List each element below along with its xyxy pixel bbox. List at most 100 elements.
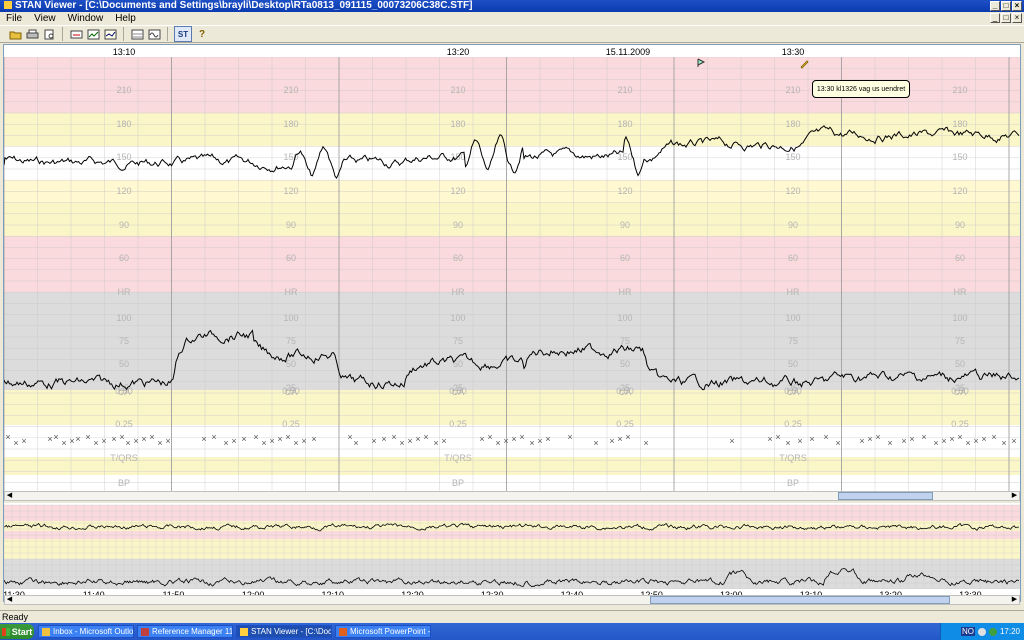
tqrs-marker: ×: [133, 436, 138, 446]
help-icon[interactable]: ?: [195, 27, 209, 41]
task-label: Inbox - Microsoft Outlook: [53, 627, 134, 636]
tqrs-marker: ×: [785, 438, 790, 448]
hr-axis-label: 150: [952, 152, 967, 162]
task-reference-manager[interactable]: Reference Manager 11 - ...: [137, 625, 233, 638]
child-close-button[interactable]: ×: [1012, 13, 1022, 23]
tqrs-marker: ×: [529, 438, 534, 448]
menu-file[interactable]: File: [0, 13, 28, 24]
toolbar-separator: [167, 27, 168, 41]
ua-axis-label: 50: [620, 359, 630, 369]
close-button[interactable]: ×: [1012, 1, 1022, 11]
tqrs-marker: ×: [957, 432, 962, 442]
security-icon[interactable]: [988, 627, 997, 636]
hr-axis-label: 180: [617, 119, 632, 129]
chart-band: [4, 457, 1020, 475]
tqrs-marker: ×: [609, 436, 614, 446]
menu-bar: File View Window Help _ □ ×: [0, 12, 1024, 25]
trend-icon[interactable]: [86, 27, 100, 41]
hr-axis-label: 60: [620, 253, 630, 263]
tqrs-marker: ×: [223, 438, 228, 448]
task-stan-viewer[interactable]: STAN Viewer - [C:\Doc...: [236, 625, 332, 638]
tqrs-marker: ×: [519, 432, 524, 442]
tqrs-marker: ×: [157, 438, 162, 448]
hr-axis-label: 150: [785, 152, 800, 162]
language-indicator[interactable]: NO: [960, 627, 975, 636]
bp-row-label: BP: [452, 478, 464, 488]
ua-axis-label: 50: [955, 359, 965, 369]
system-tray: NO 17:20: [940, 623, 1024, 640]
tqrs-marker: ×: [5, 432, 10, 442]
task-label: Microsoft PowerPoint - [...: [350, 627, 431, 636]
print-icon[interactable]: [25, 27, 39, 41]
scroll-right-arrow[interactable]: ▶: [1010, 492, 1019, 500]
overview-horizontal-scrollbar[interactable]: ◀ ▶: [4, 595, 1020, 605]
st-button[interactable]: ST: [174, 26, 192, 42]
bp-row-label: BP: [118, 478, 130, 488]
tqrs-marker: ×: [859, 436, 864, 446]
hr-axis-label: 120: [116, 186, 131, 196]
scroll-left-arrow[interactable]: ◀: [5, 596, 14, 604]
ua-sub-label: 0.25: [784, 419, 802, 429]
menu-help[interactable]: Help: [109, 13, 142, 24]
scroll-left-arrow[interactable]: ◀: [5, 492, 14, 500]
overview-ua-band: [4, 559, 1020, 589]
ua-axis-label: 50: [788, 359, 798, 369]
scroll-right-arrow[interactable]: ▶: [1010, 596, 1019, 604]
hr-axis-label: 90: [286, 220, 296, 230]
start-button[interactable]: Start: [0, 624, 34, 639]
child-restore-button[interactable]: □: [1001, 13, 1011, 23]
ua-sub-label: 0.50: [616, 386, 634, 396]
tqrs-marker: ×: [253, 432, 258, 442]
hr-axis-label: 210: [785, 85, 800, 95]
ua-sub-label: 0.50: [951, 386, 969, 396]
tqrs-marker: ×: [241, 434, 246, 444]
task-outlook[interactable]: Inbox - Microsoft Outlook: [38, 625, 134, 638]
tqrs-marker: ×: [149, 432, 154, 442]
tqrs-row-label: T/QRS: [110, 453, 138, 463]
bp-row-label: BP: [787, 478, 799, 488]
windows-logo-icon: [1, 627, 10, 636]
hr-axis-label: 150: [283, 152, 298, 162]
chart-band: [4, 236, 1020, 292]
main-horizontal-scrollbar[interactable]: ◀ ▶: [4, 491, 1020, 501]
network-icon[interactable]: [977, 627, 986, 636]
wave-icon[interactable]: [147, 27, 161, 41]
ua-axis-label: 50: [119, 359, 129, 369]
task-powerpoint[interactable]: Microsoft PowerPoint - [...: [335, 625, 431, 638]
time-label: 13:30: [782, 47, 805, 57]
hr-axis-label: 180: [450, 119, 465, 129]
tqrs-marker: ×: [21, 436, 26, 446]
tqrs-marker: ×: [593, 438, 598, 448]
tqrs-row-label: T/QRS: [444, 453, 472, 463]
tqrs-marker: ×: [867, 434, 872, 444]
tqrs-marker: ×: [231, 436, 236, 446]
tqrs-marker: ×: [61, 438, 66, 448]
scroll-thumb[interactable]: [838, 492, 933, 500]
menu-window[interactable]: Window: [62, 13, 110, 24]
hr-axis-label: 90: [620, 220, 630, 230]
ua-axis-label: 50: [286, 359, 296, 369]
maximize-button[interactable]: □: [1001, 1, 1011, 11]
child-minimize-button[interactable]: _: [990, 13, 1000, 23]
start-label: Start: [11, 626, 33, 637]
scroll-thumb[interactable]: [650, 596, 950, 604]
ua-sub-label: 0.50: [784, 386, 802, 396]
zoom-icon[interactable]: [130, 27, 144, 41]
tqrs-marker: ×: [545, 434, 550, 444]
ua-axis-label: 100: [785, 313, 800, 323]
tqrs-marker: ×: [101, 436, 106, 446]
event-icon[interactable]: [69, 27, 83, 41]
hr-axis-label: 60: [119, 253, 129, 263]
ua-axis-label: 75: [453, 336, 463, 346]
tqrs-marker: ×: [261, 438, 266, 448]
event-annotation[interactable]: 13:30 kl1326 vag us uendret: [812, 80, 910, 98]
minimize-button[interactable]: _: [990, 1, 1000, 11]
ctg-chart[interactable]: 13:10 13:20 13:30 15.11.2009 210 210 210 210 210…: [4, 45, 1020, 601]
trend2-icon[interactable]: [103, 27, 117, 41]
open-icon[interactable]: [8, 27, 22, 41]
ua-axis-label: 100: [617, 313, 632, 323]
print-preview-icon[interactable]: [42, 27, 56, 41]
menu-view[interactable]: View: [28, 13, 62, 24]
ua-sub-label: 0.50: [115, 386, 133, 396]
tqrs-marker: ×: [423, 432, 428, 442]
